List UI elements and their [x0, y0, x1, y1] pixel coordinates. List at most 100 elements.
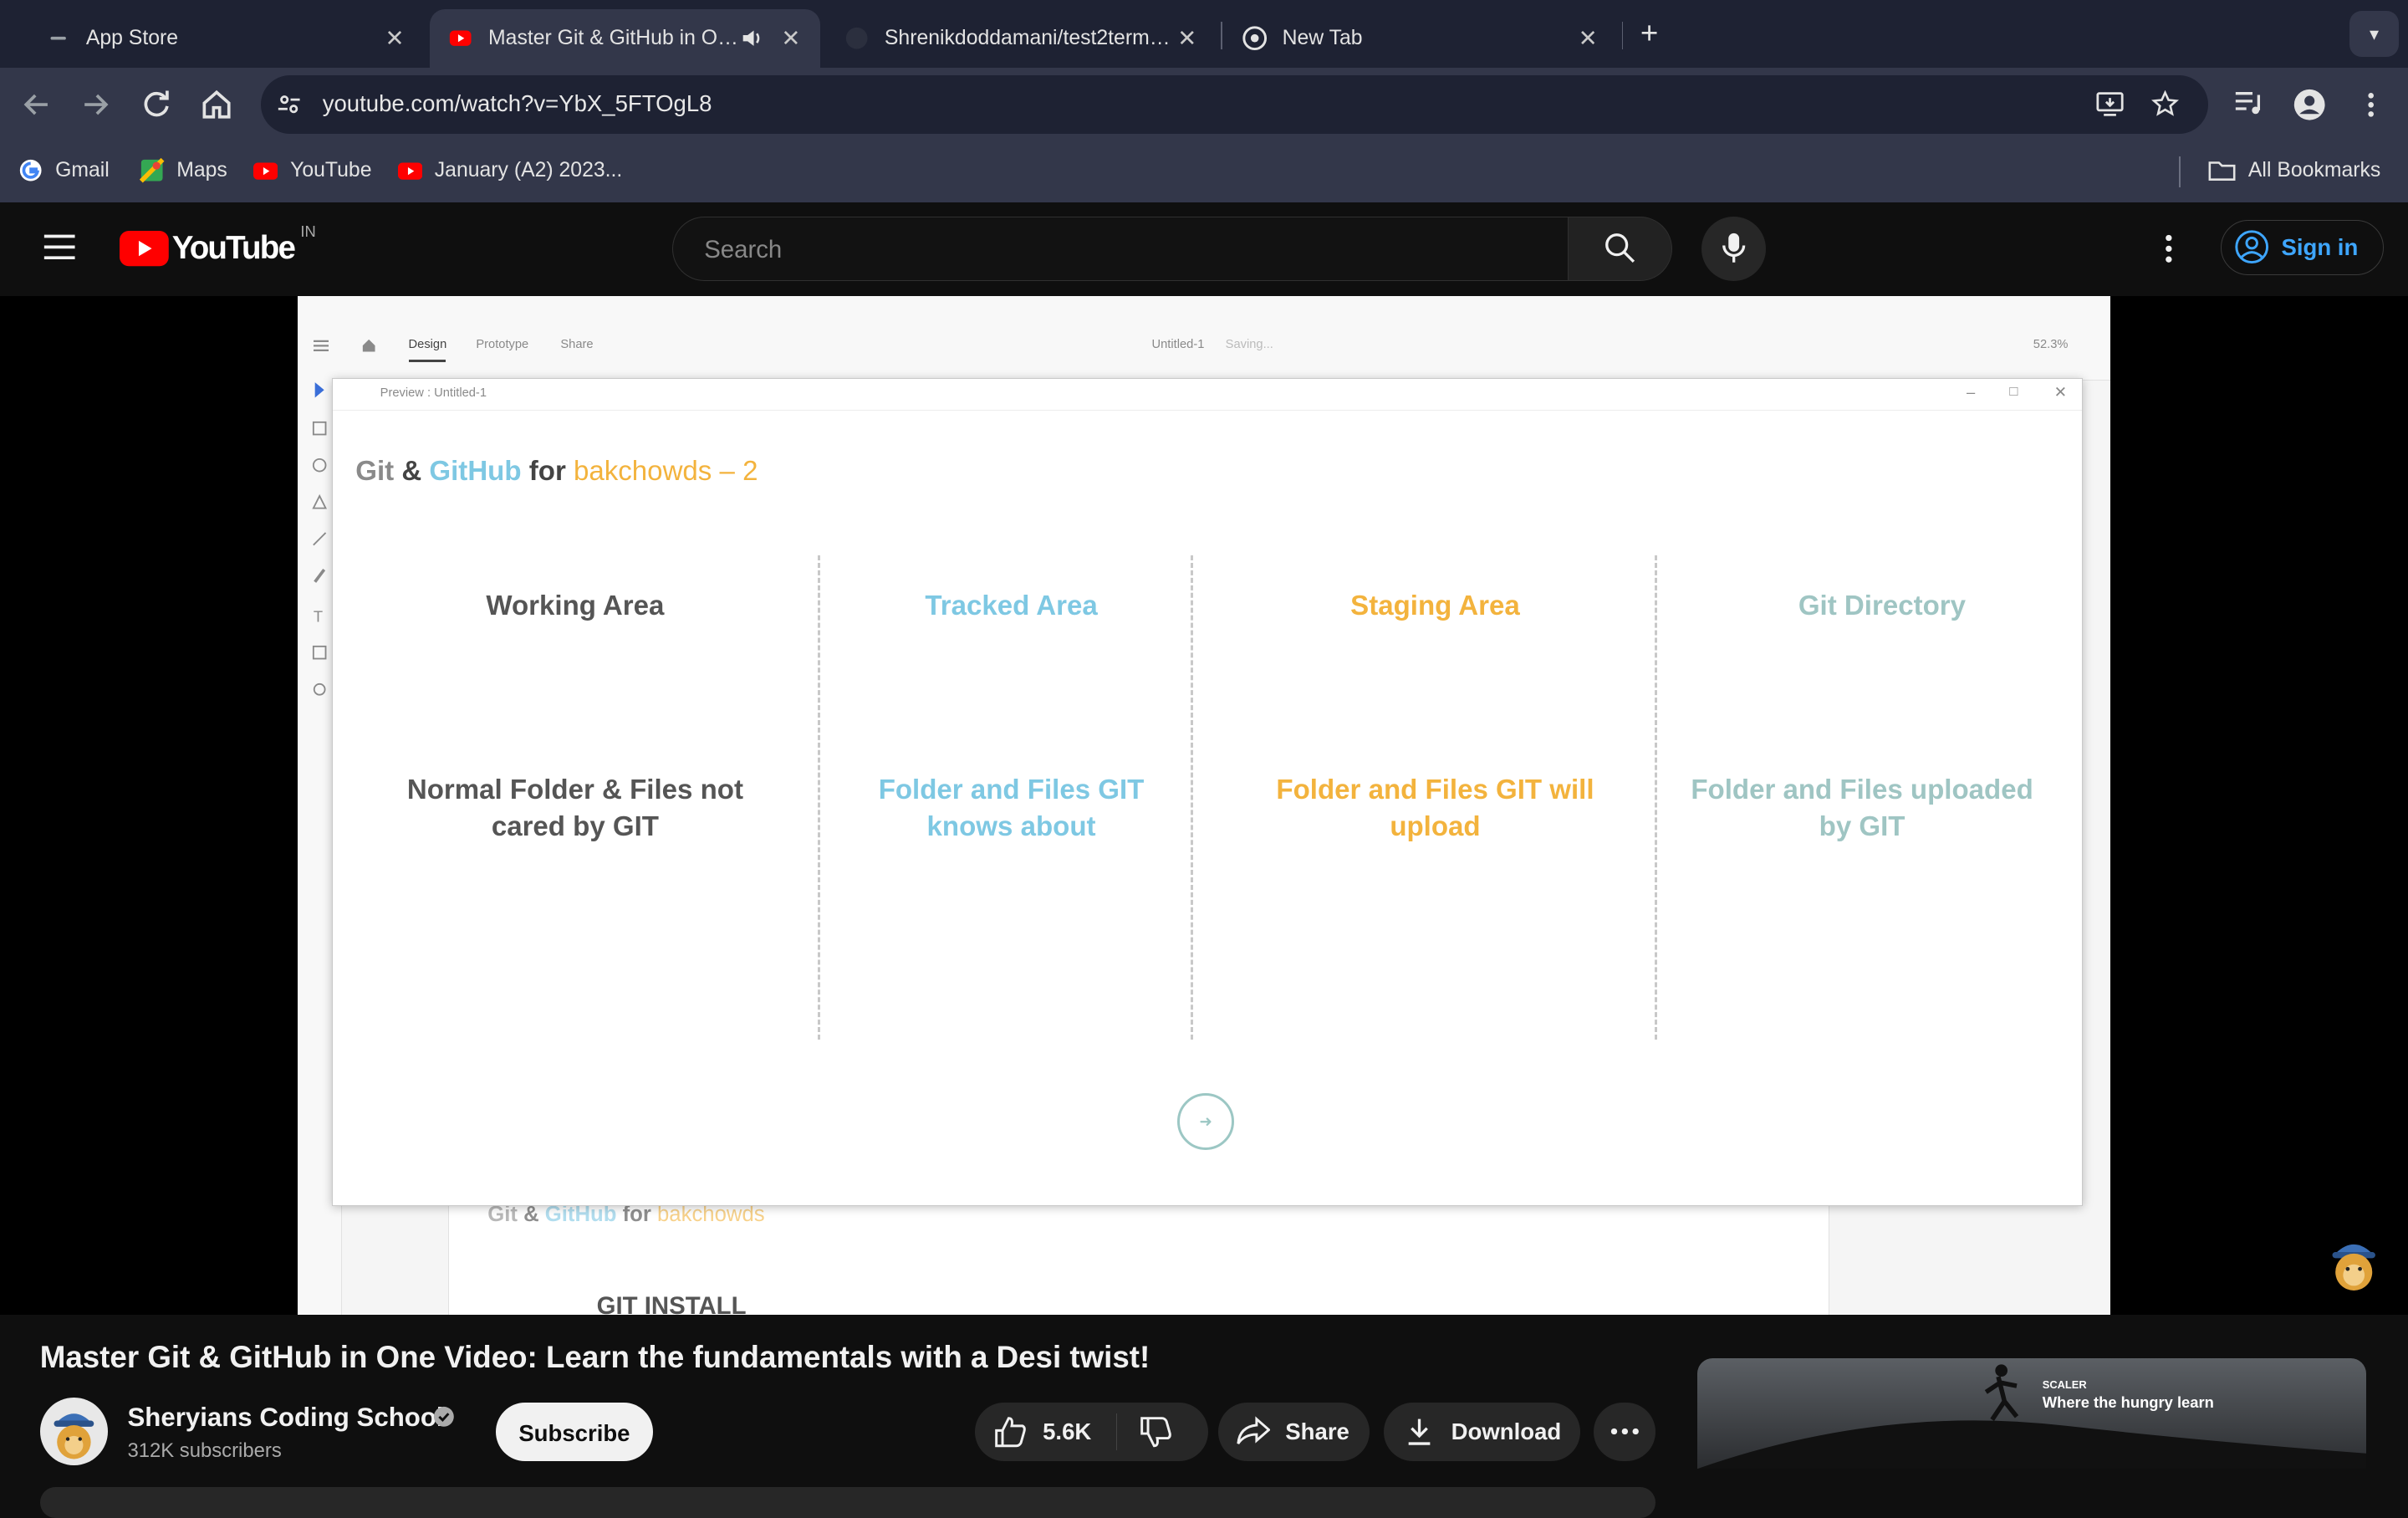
editor-tool-icons: T — [312, 382, 327, 696]
address-bar[interactable]: youtube.com/watch?v=YbX_5FTOgL8 — [261, 74, 2209, 134]
thumbs-down-icon — [1140, 1416, 1171, 1447]
close-tab-icon[interactable]: ✕ — [1571, 25, 1604, 52]
close-tab-icon[interactable]: ✕ — [378, 25, 411, 52]
back-arrow-icon[interactable] — [18, 86, 55, 123]
tab-title: New Tab — [1282, 26, 1363, 49]
youtube-favicon-icon — [450, 30, 472, 47]
like-count: 5.6K — [1043, 1418, 1092, 1444]
ad-tagline: Where the hungry learn — [2042, 1393, 2214, 1411]
close-tab-icon[interactable]: ✕ — [1171, 25, 1204, 52]
profile-avatar-icon[interactable] — [2293, 88, 2326, 121]
microphone-icon — [1722, 233, 1746, 263]
all-bookmarks-button[interactable]: All Bookmarks — [2208, 158, 2380, 182]
channel-avatar[interactable] — [39, 1398, 108, 1466]
active-tab-underline — [408, 359, 446, 363]
sign-in-label: Sign in — [2281, 233, 2359, 260]
tab-new-tab[interactable]: New Tab ✕ — [1224, 9, 1617, 68]
bookmark-label: YouTube — [290, 158, 372, 181]
search-input[interactable] — [701, 217, 1537, 283]
sign-in-button[interactable]: Sign in — [2220, 219, 2384, 275]
chrome-favicon-icon — [1242, 26, 1267, 51]
search-icon — [1604, 233, 1635, 263]
sponsored-ad-thumbnail[interactable]: SCALER Where the hungry learn — [1696, 1357, 2367, 1469]
like-dislike-group: 5.6K — [975, 1402, 1209, 1461]
search-button[interactable] — [1568, 216, 1673, 282]
forward-arrow-icon[interactable] — [77, 86, 114, 123]
preview-title: Preview : Untitled-1 — [380, 386, 487, 400]
voice-search-button[interactable] — [1701, 216, 1767, 282]
media-controls-icon[interactable] — [2234, 90, 2265, 118]
window-maximize-icon: □ — [2009, 383, 2018, 400]
tab-separator — [1221, 21, 1222, 49]
preview-window: Preview : Untitled-1 – □ ✕ Git & GitHub … — [331, 377, 2083, 1206]
home-icon[interactable] — [198, 86, 235, 123]
editor-menu-icon — [313, 340, 329, 351]
site-settings-icon[interactable] — [277, 92, 301, 116]
account-circle-icon — [2235, 230, 2269, 264]
download-label: Download — [1451, 1418, 1562, 1444]
youtube-icon — [397, 162, 423, 180]
bookmark-maps[interactable]: Maps — [140, 158, 227, 183]
folder-icon — [2208, 161, 2236, 181]
video-title: Master Git & GitHub in One Video: Learn … — [39, 1339, 1150, 1374]
subscriber-count: 312K subscribers — [127, 1439, 282, 1462]
bookmark-star-icon[interactable] — [2151, 90, 2180, 118]
editor-saving-status: Saving... — [1225, 338, 1273, 352]
tab-title: Master Git & GitHub in One Video — [488, 26, 741, 49]
url-text[interactable]: youtube.com/watch?v=YbX_5FTOgL8 — [323, 90, 712, 117]
reload-icon[interactable] — [138, 86, 175, 123]
install-app-icon[interactable] — [2096, 90, 2124, 118]
video-player[interactable]: Design Prototype Share Untitled-1 Saving… — [0, 296, 2408, 1316]
google-g-icon — [19, 160, 42, 181]
speaker-audio-icon[interactable] — [740, 26, 764, 50]
new-tab-plus-icon[interactable]: + — [1631, 15, 1668, 52]
channel-name[interactable]: Sheryians Coding School — [127, 1403, 443, 1433]
download-icon — [1408, 1419, 1430, 1446]
bookmark-youtube[interactable]: YouTube — [253, 158, 372, 182]
more-horizontal-icon — [1610, 1429, 1639, 1435]
channel-avatar-icon — [54, 1413, 94, 1459]
preview-titlebar: Preview : Untitled-1 – □ ✕ — [332, 379, 2082, 411]
svg-text:T: T — [314, 608, 323, 626]
share-label: Share — [1285, 1418, 1349, 1444]
hamburger-menu-icon[interactable] — [43, 232, 76, 263]
channel-mascot-watermark-icon[interactable] — [2328, 1234, 2380, 1292]
editor-tab-design: Design — [408, 338, 447, 352]
country-code: IN — [300, 222, 316, 241]
all-bookmarks-label: All Bookmarks — [2247, 158, 2381, 181]
column-desc-git-directory: Folder and Files uploaded by GIT — [1691, 774, 2033, 843]
youtube-logo[interactable]: YouTube IN — [120, 222, 316, 267]
tab-github-repo[interactable]: Shrenikdoddamani/test2terminal ✕ — [826, 9, 1217, 68]
ad-hill-silhouette-icon — [1696, 1363, 2367, 1469]
search-box — [672, 216, 1570, 283]
next-slide-arrow-icon: ➜ — [1176, 1092, 1235, 1151]
share-arrow-icon — [1236, 1416, 1270, 1445]
share-button[interactable]: Share — [1217, 1402, 1370, 1461]
bookmark-january-a2[interactable]: January (A2) 2023... — [397, 158, 622, 182]
column-title-tracked-area: Tracked Area — [925, 590, 1098, 622]
like-button[interactable]: 5.6K — [975, 1403, 1091, 1461]
editor-tab-prototype: Prototype — [476, 338, 529, 352]
description-box[interactable] — [39, 1486, 1656, 1518]
tab-youtube-video[interactable]: Master Git & GitHub in One Video ✕ — [430, 9, 820, 68]
verified-check-icon — [433, 1406, 454, 1427]
subscribe-button[interactable]: Subscribe — [496, 1402, 653, 1461]
close-tab-icon[interactable]: ✕ — [774, 25, 808, 52]
settings-kebab-icon[interactable] — [2158, 233, 2180, 264]
bookmark-label: Maps — [176, 158, 227, 181]
tab-title: App Store — [85, 26, 179, 49]
tab-title: Shrenikdoddamani/test2terminal — [884, 26, 1171, 49]
download-button[interactable]: Download — [1383, 1402, 1580, 1461]
browser-menu-kebab-icon[interactable] — [2359, 89, 2383, 120]
more-actions-button[interactable] — [1594, 1402, 1656, 1461]
bookmarks-bar: Gmail Maps YouTube January (A2) 2023... … — [0, 141, 2408, 203]
bookmark-gmail[interactable]: Gmail — [18, 158, 110, 182]
background-slide-heading: GIT INSTALL — [596, 1291, 747, 1316]
dislike-button[interactable] — [1117, 1403, 1172, 1461]
video-frame[interactable]: Design Prototype Share Untitled-1 Saving… — [298, 296, 2110, 1316]
slide-title: Git & GitHub for bakchowds – 2 — [355, 455, 758, 487]
column-divider — [1191, 555, 1193, 1040]
tab-search-chevron-icon[interactable]: ▾ — [2349, 10, 2399, 57]
tab-app-store[interactable]: App Store ✕ — [28, 9, 424, 68]
column-desc-staging-area: Folder and Files GIT will upload — [1276, 774, 1594, 843]
